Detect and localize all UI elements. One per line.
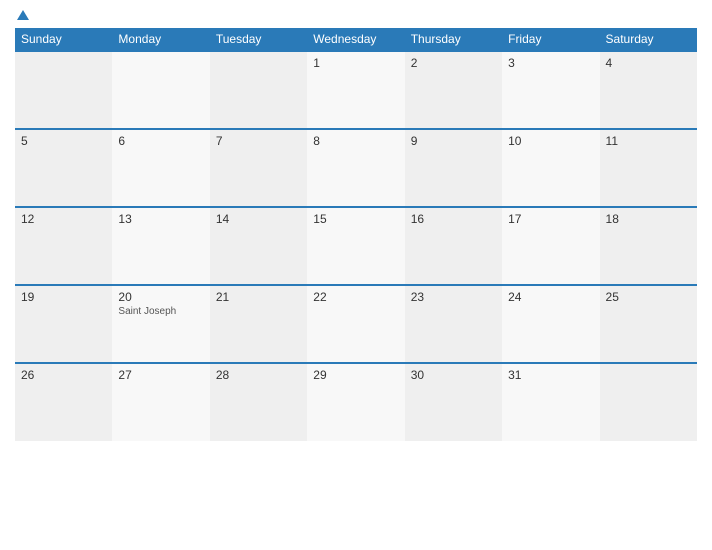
calendar-cell: 10 [502, 129, 599, 207]
calendar-cell: 23 [405, 285, 502, 363]
weekday-sunday: Sunday [15, 28, 112, 51]
calendar-cell [112, 51, 209, 129]
calendar-cell: 6 [112, 129, 209, 207]
day-number: 20 [118, 290, 203, 304]
week-row-3: 12 13 14 15 16 17 18 [15, 207, 697, 285]
calendar-cell: 12 [15, 207, 112, 285]
calendar-cell: 28 [210, 363, 307, 441]
day-number: 25 [606, 290, 691, 304]
calendar-cell: 14 [210, 207, 307, 285]
calendar-header [15, 10, 697, 20]
calendar-cell: 4 [600, 51, 697, 129]
day-number: 26 [21, 368, 106, 382]
calendar-cell: 20 Saint Joseph [112, 285, 209, 363]
day-number: 30 [411, 368, 496, 382]
calendar-cell: 9 [405, 129, 502, 207]
weekday-wednesday: Wednesday [307, 28, 404, 51]
weekday-tuesday: Tuesday [210, 28, 307, 51]
calendar-cell: 1 [307, 51, 404, 129]
calendar-cell [210, 51, 307, 129]
calendar-cell: 3 [502, 51, 599, 129]
day-number: 16 [411, 212, 496, 226]
calendar-cell [15, 51, 112, 129]
calendar-cell: 11 [600, 129, 697, 207]
calendar-cell: 17 [502, 207, 599, 285]
day-number: 7 [216, 134, 301, 148]
calendar-cell: 26 [15, 363, 112, 441]
calendar-cell: 5 [15, 129, 112, 207]
calendar-table: SundayMondayTuesdayWednesdayThursdayFrid… [15, 28, 697, 441]
weekday-thursday: Thursday [405, 28, 502, 51]
day-number: 5 [21, 134, 106, 148]
day-number: 1 [313, 56, 398, 70]
weekday-friday: Friday [502, 28, 599, 51]
calendar-cell: 8 [307, 129, 404, 207]
day-number: 24 [508, 290, 593, 304]
day-number: 17 [508, 212, 593, 226]
logo [15, 10, 29, 20]
day-number: 12 [21, 212, 106, 226]
day-number: 6 [118, 134, 203, 148]
week-row-5: 26 27 28 29 30 31 [15, 363, 697, 441]
day-number: 22 [313, 290, 398, 304]
day-number: 9 [411, 134, 496, 148]
calendar-cell [600, 363, 697, 441]
day-number: 19 [21, 290, 106, 304]
calendar-cell: 21 [210, 285, 307, 363]
calendar-cell: 29 [307, 363, 404, 441]
day-number: 14 [216, 212, 301, 226]
holiday-label: Saint Joseph [118, 306, 203, 317]
calendar-cell: 24 [502, 285, 599, 363]
day-number: 21 [216, 290, 301, 304]
calendar-cell: 13 [112, 207, 209, 285]
day-number: 11 [606, 134, 691, 148]
day-number: 10 [508, 134, 593, 148]
day-number: 27 [118, 368, 203, 382]
calendar-cell: 27 [112, 363, 209, 441]
weekday-monday: Monday [112, 28, 209, 51]
logo-triangle-icon [17, 10, 29, 20]
day-number: 2 [411, 56, 496, 70]
weekday-saturday: Saturday [600, 28, 697, 51]
calendar-cell: 31 [502, 363, 599, 441]
day-number: 23 [411, 290, 496, 304]
calendar-cell: 19 [15, 285, 112, 363]
day-number: 31 [508, 368, 593, 382]
day-number: 4 [606, 56, 691, 70]
calendar-cell: 30 [405, 363, 502, 441]
day-number: 15 [313, 212, 398, 226]
week-row-2: 56789 10 11 [15, 129, 697, 207]
weekday-header-row: SundayMondayTuesdayWednesdayThursdayFrid… [15, 28, 697, 51]
day-number: 18 [606, 212, 691, 226]
calendar-cell: 18 [600, 207, 697, 285]
calendar-cell: 16 [405, 207, 502, 285]
day-number: 8 [313, 134, 398, 148]
day-number: 3 [508, 56, 593, 70]
calendar-cell: 15 [307, 207, 404, 285]
day-number: 28 [216, 368, 301, 382]
day-number: 29 [313, 368, 398, 382]
calendar-cell: 2 [405, 51, 502, 129]
week-row-4: 19 20 Saint Joseph 21 22 23 24 25 [15, 285, 697, 363]
calendar-container: SundayMondayTuesdayWednesdayThursdayFrid… [0, 0, 712, 550]
calendar-cell: 7 [210, 129, 307, 207]
week-row-1: 1234 [15, 51, 697, 129]
calendar-cell: 22 [307, 285, 404, 363]
day-number: 13 [118, 212, 203, 226]
calendar-cell: 25 [600, 285, 697, 363]
